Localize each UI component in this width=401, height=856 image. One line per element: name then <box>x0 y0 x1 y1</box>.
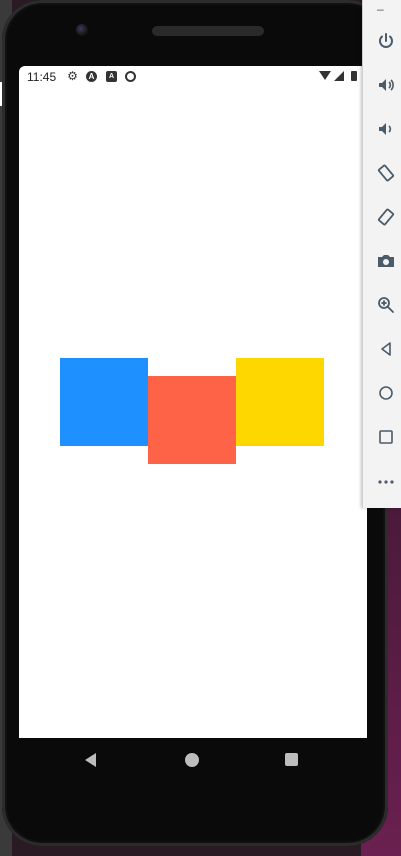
battery-icon <box>351 71 357 81</box>
a-icon: A <box>86 71 97 82</box>
overview-icon[interactable] <box>371 422 401 452</box>
more-icon[interactable] <box>371 466 401 496</box>
volume-up-icon[interactable] <box>371 70 401 100</box>
a-box-icon: A <box>106 71 117 82</box>
navigation-bar <box>19 738 367 782</box>
sync-icon <box>125 71 136 82</box>
wifi-icon <box>319 71 331 80</box>
zoom-icon[interactable] <box>371 290 401 320</box>
device-screen[interactable]: 11:45 ⚙ A A <box>19 66 367 738</box>
back-icon[interactable] <box>85 753 96 767</box>
yellow-box <box>236 358 324 446</box>
red-box <box>148 376 236 464</box>
camera-icon[interactable] <box>371 246 401 276</box>
minimize-button[interactable]: – <box>377 2 384 16</box>
rotate-right-icon[interactable] <box>371 202 401 232</box>
back-icon[interactable] <box>371 334 401 364</box>
home-icon[interactable] <box>185 753 199 767</box>
blue-box <box>60 358 148 446</box>
settings-icon: ⚙ <box>67 69 78 83</box>
power-icon[interactable] <box>371 26 401 56</box>
recents-icon[interactable] <box>285 753 298 766</box>
home-icon[interactable] <box>371 378 401 408</box>
emulator-toolbar: – <box>362 0 401 508</box>
status-time: 11:45 <box>27 70 57 84</box>
volume-down-icon[interactable] <box>371 114 401 144</box>
earpiece-speaker <box>152 26 264 36</box>
front-camera <box>76 24 88 36</box>
status-bar: 11:45 ⚙ A A <box>19 66 367 88</box>
signal-icon <box>334 71 344 81</box>
rotate-left-icon[interactable] <box>371 158 401 188</box>
